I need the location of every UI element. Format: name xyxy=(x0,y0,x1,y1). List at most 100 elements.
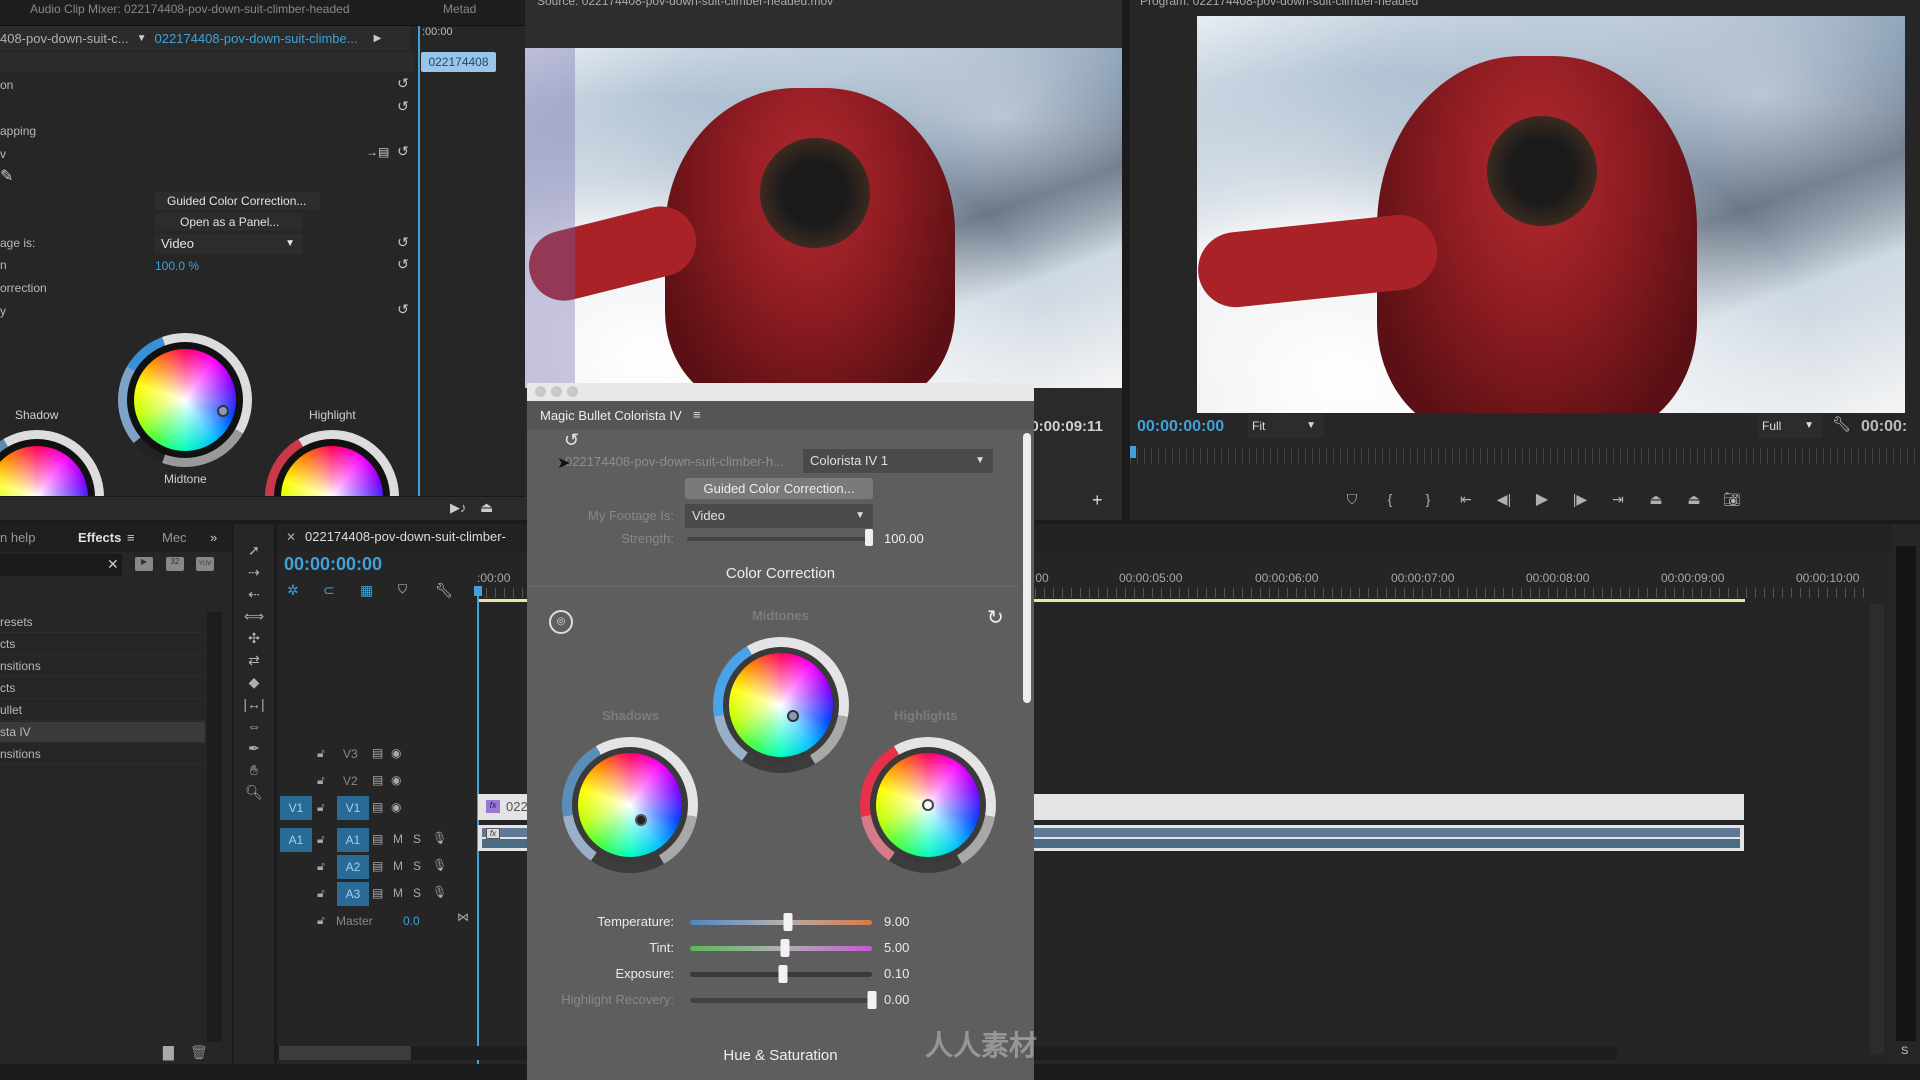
export-panel-icon[interactable]: →▤ xyxy=(366,145,389,159)
clear-search-icon[interactable]: ✕ xyxy=(107,556,119,573)
midtones-color-wheel[interactable] xyxy=(713,637,849,773)
microphone-icon[interactable]: 🎙︎ xyxy=(432,831,447,845)
mute-button[interactable]: M xyxy=(393,832,403,846)
32bit-effects-icon[interactable]: 32 xyxy=(166,557,184,571)
slider-value[interactable]: 0.10 xyxy=(884,966,909,981)
sync-lock-icon[interactable]: ▤ xyxy=(372,832,383,846)
tree-item-colorista-iv[interactable]: sta IV xyxy=(0,722,205,743)
program-video-frame[interactable] xyxy=(1197,16,1905,413)
hue-saturation-section-title[interactable]: Hue & Saturation xyxy=(527,1047,1034,1064)
strength-slider-thumb[interactable] xyxy=(865,529,873,546)
sync-lock-icon[interactable]: ▤ xyxy=(372,800,383,814)
solo-button[interactable]: S xyxy=(413,859,421,873)
tree-item-video-transitions[interactable]: nsitions xyxy=(0,744,205,765)
eye-icon[interactable]: ◉ xyxy=(391,800,401,814)
sync-lock-icon[interactable]: ▤ xyxy=(372,773,383,787)
slider-value[interactable]: 9.00 xyxy=(884,914,909,929)
reset-icon[interactable]: ↺ xyxy=(394,256,412,274)
source-patch-a1[interactable]: A1 xyxy=(280,828,312,852)
source-patch-v1[interactable]: V1 xyxy=(280,796,312,820)
mark-out-icon[interactable]: } xyxy=(1409,488,1447,510)
mute-button[interactable]: M xyxy=(393,859,403,873)
slider-thumb[interactable] xyxy=(783,913,793,931)
effects-scrollbar[interactable] xyxy=(207,612,222,1042)
snap-icon[interactable]: ⊂ xyxy=(323,582,335,599)
tab-media[interactable]: Mec xyxy=(162,524,187,552)
track-name-v2[interactable]: V2 xyxy=(343,774,358,788)
reset-icon[interactable]: ↺ xyxy=(394,301,412,319)
step-forward-icon[interactable]: |▶ xyxy=(1561,488,1599,510)
hand-tool-icon[interactable]: ✋︎ xyxy=(242,762,266,782)
panel-menu-icon[interactable]: ≡ xyxy=(127,524,135,552)
add-marker-icon[interactable]: ⛉ xyxy=(398,582,407,597)
go-to-out-icon[interactable]: ⇥ xyxy=(1599,488,1637,510)
zoom-dropdown[interactable]: Fit ▼ xyxy=(1248,414,1324,438)
strength-value[interactable]: 100.0 % xyxy=(155,259,199,273)
mute-button[interactable]: M xyxy=(393,886,403,900)
exposure-slider[interactable]: Exposure: 0.10 xyxy=(527,964,1034,984)
track-name-a3[interactable]: A3 xyxy=(337,882,369,906)
yuv-effects-icon[interactable]: YUV xyxy=(196,557,214,571)
rate-stretch-icon[interactable]: ⇄ xyxy=(242,652,266,672)
temperature-slider[interactable]: Temperature: 9.00 xyxy=(527,912,1034,932)
program-timecode[interactable]: 00:00:00:00 xyxy=(1137,418,1224,436)
new-folder-icon[interactable]: ▇ xyxy=(163,1044,174,1061)
reset-icon[interactable]: ↺ xyxy=(394,143,412,161)
dialog-scrollbar[interactable] xyxy=(1023,433,1031,703)
sync-lock-icon[interactable]: ▤ xyxy=(372,859,383,873)
solo-meter-button[interactable]: S xyxy=(1901,1045,1908,1057)
extract-icon[interactable]: ⏏ xyxy=(1675,488,1713,510)
lock-icon[interactable]: 🔓︎ xyxy=(317,773,325,788)
sequence-tab[interactable]: 022174408-pov-down-suit-climber- xyxy=(305,529,506,544)
tab-help[interactable]: n help xyxy=(0,524,35,552)
nest-icon[interactable]: ✲ xyxy=(287,582,299,599)
track-select-forward-icon[interactable]: ⇢ xyxy=(242,564,266,584)
close-window-icon[interactable] xyxy=(535,386,546,397)
slider-value[interactable]: 0.00 xyxy=(884,992,909,1007)
guided-color-correction-button[interactable]: Guided Color Correction... xyxy=(685,478,873,499)
play-icon[interactable]: ▶ xyxy=(1523,488,1561,510)
slip-icon[interactable]: |↔| xyxy=(242,696,266,716)
audio-clip-mixer-tab[interactable]: Audio Clip Mixer: 022174408-pov-down-sui… xyxy=(30,2,350,16)
source-video-frame[interactable] xyxy=(525,48,1122,388)
pen-tool-icon[interactable]: ✒ xyxy=(242,740,266,760)
play-audio-icon[interactable]: ▶♪ xyxy=(450,500,467,516)
tab-effects[interactable]: Effects xyxy=(78,524,121,552)
chevron-down-icon[interactable]: ▼ xyxy=(137,33,147,44)
wrench-icon[interactable]: 🔧︎ xyxy=(1832,415,1851,433)
dialog-titlebar[interactable] xyxy=(527,383,1034,401)
source-clip-name[interactable]: 408-pov-down-suit-c... xyxy=(0,31,129,46)
highlight-recovery-slider[interactable]: Highlight Recovery: 0.00 xyxy=(527,990,1034,1010)
lock-icon[interactable]: 🔓︎ xyxy=(317,886,325,901)
razor-icon[interactable]: ◆ xyxy=(242,674,266,694)
rolling-edit-icon[interactable]: ✣ xyxy=(242,630,266,650)
sequence-clip-name[interactable]: 022174408-pov-down-suit-climbe... xyxy=(155,31,358,46)
ripple-edit-icon[interactable]: ⟺ xyxy=(242,608,266,628)
strength-value[interactable]: 100.00 xyxy=(884,531,924,546)
panel-menu-icon[interactable]: ≡ xyxy=(693,407,701,422)
add-marker-icon[interactable]: ⛉ xyxy=(1333,488,1371,510)
slider-value[interactable]: 5.00 xyxy=(884,940,909,955)
lock-icon[interactable]: 🔓︎ xyxy=(317,746,325,761)
source-title[interactable]: Source: 022174408-pov-down-suit-climber-… xyxy=(537,0,833,8)
open-as-panel-button[interactable]: Open as a Panel... xyxy=(155,213,303,231)
footage-dropdown[interactable]: Video ▼ xyxy=(685,504,873,528)
lift-icon[interactable]: ⏏ xyxy=(1637,488,1675,510)
solo-button[interactable]: S xyxy=(413,832,421,846)
slider-track[interactable] xyxy=(690,998,872,1003)
reset-icon[interactable]: ↺ xyxy=(394,75,412,93)
solo-button[interactable]: S xyxy=(413,886,421,900)
footage-dropdown[interactable]: Video ▼ xyxy=(155,234,303,254)
program-ruler[interactable] xyxy=(1130,448,1920,464)
metadata-tab[interactable]: Metad xyxy=(443,2,476,16)
track-name-a2[interactable]: A2 xyxy=(337,855,369,879)
timeline-scrollbar[interactable] xyxy=(1870,604,1884,1054)
mark-in-icon[interactable]: { xyxy=(1371,488,1409,510)
add-button-icon[interactable]: + xyxy=(1092,490,1103,511)
lock-icon[interactable]: 🔓︎ xyxy=(317,859,325,874)
pen-icon[interactable]: ✎ xyxy=(0,166,13,186)
zoom-tool-icon[interactable]: 🔍︎ xyxy=(242,784,266,804)
trash-icon[interactable]: 🗑︎ xyxy=(190,1044,208,1061)
tree-item-video-effects[interactable]: cts xyxy=(0,678,205,699)
tree-item-audio-transitions[interactable]: nsitions xyxy=(0,656,205,677)
